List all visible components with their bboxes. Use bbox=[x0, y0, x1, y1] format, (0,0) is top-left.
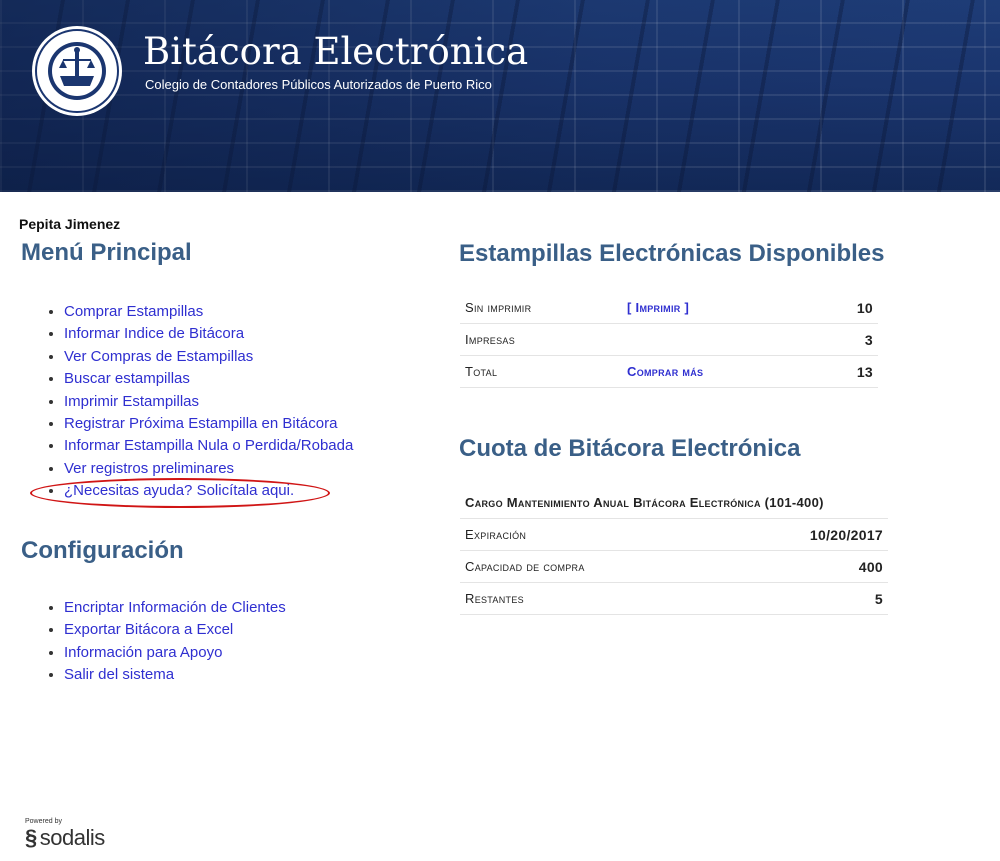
table-row: Cargo Mantenimiento Anual Bitácora Elect… bbox=[460, 487, 888, 519]
imprimir-link[interactable]: [ Imprimir ] bbox=[627, 300, 689, 315]
restantes-value: 5 bbox=[720, 582, 888, 615]
informar-nula-link[interactable]: Informar Estampilla Nula o Perdida/Robad… bbox=[64, 437, 353, 454]
total-label: Total bbox=[460, 355, 622, 388]
ver-compras-link[interactable]: Ver Compras de Estampillas bbox=[64, 348, 253, 365]
table-row: Expiración 10/20/2017 bbox=[460, 518, 888, 551]
menu-item: Exportar Bitácora a Excel bbox=[64, 619, 286, 641]
menu-item: Encriptar Información de Clientes bbox=[64, 597, 286, 619]
comprar-cell: Comprar más bbox=[622, 355, 832, 388]
imprimir-cell: [ Imprimir ] bbox=[622, 292, 832, 324]
comprar-estampillas-link[interactable]: Comprar Estampillas bbox=[64, 303, 203, 320]
registrar-proxima-link[interactable]: Registrar Próxima Estampilla en Bitácora bbox=[64, 415, 337, 432]
table-row: Sin imprimir [ Imprimir ] 10 bbox=[460, 292, 878, 324]
encriptar-link[interactable]: Encriptar Información de Clientes bbox=[64, 599, 286, 616]
cuota-plan: Cargo Mantenimiento Anual Bitácora Elect… bbox=[460, 487, 888, 519]
ver-registros-link[interactable]: Ver registros preliminares bbox=[64, 460, 234, 477]
imprimir-estampillas-link[interactable]: Imprimir Estampillas bbox=[64, 393, 199, 410]
menu-item: Informar Estampilla Nula o Perdida/Robad… bbox=[64, 435, 353, 457]
salir-link[interactable]: Salir del sistema bbox=[64, 666, 174, 683]
banner-shade bbox=[0, 0, 1000, 192]
menu-item: Ver registros preliminares bbox=[64, 458, 353, 480]
estampillas-table: Sin imprimir [ Imprimir ] 10 Impresas 3 … bbox=[460, 292, 878, 388]
menu-item: ¿Necesitas ayuda? Solicítala aqui. bbox=[64, 480, 353, 502]
sin-imprimir-value: 10 bbox=[832, 292, 878, 324]
menu-item: Buscar estampillas bbox=[64, 368, 353, 390]
expiracion-label: Expiración bbox=[460, 518, 721, 551]
menu-principal-list: Comprar Estampillas Informar Indice de B… bbox=[20, 301, 353, 503]
estampillas-heading: Estampillas Electrónicas Disponibles bbox=[459, 240, 885, 267]
buscar-estampillas-link[interactable]: Buscar estampillas bbox=[64, 370, 190, 387]
restantes-label: Restantes bbox=[460, 582, 721, 615]
sin-imprimir-label: Sin imprimir bbox=[460, 292, 622, 324]
informar-indice-link[interactable]: Informar Indice de Bitácora bbox=[64, 325, 244, 342]
ayuda-link[interactable]: ¿Necesitas ayuda? Solicítala aqui. bbox=[64, 482, 294, 499]
sodalis-logo[interactable]: § sodalis bbox=[25, 825, 105, 851]
menu-item: Registrar Próxima Estampilla en Bitácora bbox=[64, 413, 353, 435]
menu-item: Información para Apoyo bbox=[64, 642, 286, 664]
capacidad-value: 400 bbox=[720, 550, 888, 583]
empty-cell bbox=[622, 323, 832, 356]
cuota-table: Cargo Mantenimiento Anual Bitácora Elect… bbox=[460, 487, 888, 615]
powered-by-label: Powered by bbox=[25, 818, 62, 825]
menu-item: Salir del sistema bbox=[64, 664, 286, 686]
comprar-mas-link[interactable]: Comprar más bbox=[627, 364, 703, 379]
total-value: 13 bbox=[832, 355, 878, 388]
table-row: Total Comprar más 13 bbox=[460, 355, 878, 388]
exportar-excel-link[interactable]: Exportar Bitácora a Excel bbox=[64, 621, 233, 638]
table-row: Capacidad de compra 400 bbox=[460, 550, 888, 583]
informacion-apoyo-link[interactable]: Información para Apoyo bbox=[64, 644, 222, 661]
app-subtitle: Colegio de Contadores Públicos Autorizad… bbox=[145, 77, 492, 92]
menu-principal-heading: Menú Principal bbox=[21, 239, 192, 266]
seal-logo-icon[interactable] bbox=[30, 24, 124, 118]
app-title: Bitácora Electrónica bbox=[143, 30, 529, 73]
cuota-heading: Cuota de Bitácora Electrónica bbox=[459, 435, 801, 462]
configuracion-heading: Configuración bbox=[21, 537, 184, 564]
configuracion-list: Encriptar Información de Clientes Export… bbox=[20, 597, 286, 687]
header-banner: Bitácora Electrónica Colegio de Contador… bbox=[0, 0, 1000, 192]
sodalis-mark-icon: § bbox=[25, 825, 37, 850]
menu-item: Imprimir Estampillas bbox=[64, 391, 353, 413]
user-name: Pepita Jimenez bbox=[19, 216, 121, 232]
menu-item: Ver Compras de Estampillas bbox=[64, 346, 353, 368]
expiracion-value: 10/20/2017 bbox=[720, 518, 888, 551]
menu-item: Informar Indice de Bitácora bbox=[64, 323, 353, 345]
table-row: Restantes 5 bbox=[460, 582, 888, 615]
menu-item: Comprar Estampillas bbox=[64, 301, 353, 323]
impresas-label: Impresas bbox=[460, 323, 622, 356]
sodalis-brand: sodalis bbox=[39, 825, 105, 850]
impresas-value: 3 bbox=[832, 323, 878, 356]
capacidad-label: Capacidad de compra bbox=[460, 550, 721, 583]
table-row: Impresas 3 bbox=[460, 323, 878, 356]
